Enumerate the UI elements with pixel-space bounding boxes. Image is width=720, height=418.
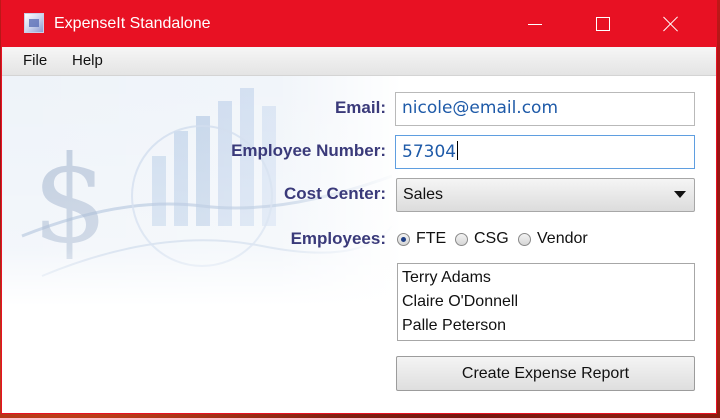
menu-file[interactable]: File [23, 52, 47, 69]
cost-center-label: Cost Center: [283, 184, 386, 203]
minimize-button[interactable] [512, 1, 558, 47]
employees-label: Employees: [290, 229, 386, 248]
email-field[interactable]: nicole@email.com [395, 92, 695, 126]
minimize-icon [528, 23, 542, 25]
window-title: ExpenseIt Standalone [54, 15, 211, 32]
menu-help[interactable]: Help [72, 52, 103, 69]
radio-unchecked-icon [455, 232, 468, 246]
text-caret [457, 141, 459, 160]
create-expense-report-button[interactable]: Create Expense Report [396, 356, 695, 391]
close-button[interactable] [648, 1, 694, 47]
menu-bar: File Help [2, 47, 716, 76]
app-icon [24, 13, 44, 33]
radio-vendor[interactable]: Vendor [518, 230, 588, 248]
list-item[interactable]: Palle Peterson [402, 314, 694, 338]
form-panel: $ Email: nicole@email.com Employee Numbe… [2, 76, 716, 413]
radio-fte-label: FTE [416, 230, 447, 247]
radio-vendor-label: Vendor [537, 230, 588, 247]
email-label: Email: [334, 98, 386, 117]
dropdown-arrow-icon [674, 191, 686, 198]
radio-unchecked-icon [518, 232, 531, 246]
maximize-button[interactable] [580, 1, 626, 47]
app-window: ExpenseIt Standalone File Help Email: ni… [1, 0, 717, 414]
maximize-icon [596, 17, 610, 31]
radio-checked-icon [397, 232, 410, 246]
close-icon [663, 16, 679, 32]
cost-center-dropdown[interactable]: Sales [396, 178, 695, 212]
title-bar[interactable]: ExpenseIt Standalone [2, 1, 716, 47]
employee-number-label: Employee Number: [231, 141, 386, 160]
employee-number-value: 57304 [402, 142, 457, 162]
radio-csg[interactable]: CSG [455, 230, 509, 248]
employee-number-field[interactable]: 57304 [395, 135, 695, 169]
radio-csg-label: CSG [474, 230, 509, 247]
email-value: nicole@email.com [402, 98, 559, 118]
list-item[interactable]: Terry Adams [402, 266, 694, 290]
list-item[interactable]: Claire O'Donnell [402, 290, 694, 314]
radio-fte[interactable]: FTE [397, 230, 446, 248]
cost-center-selected: Sales [403, 186, 444, 203]
employees-listbox[interactable]: Terry Adams Claire O'Donnell Palle Peter… [397, 263, 695, 341]
